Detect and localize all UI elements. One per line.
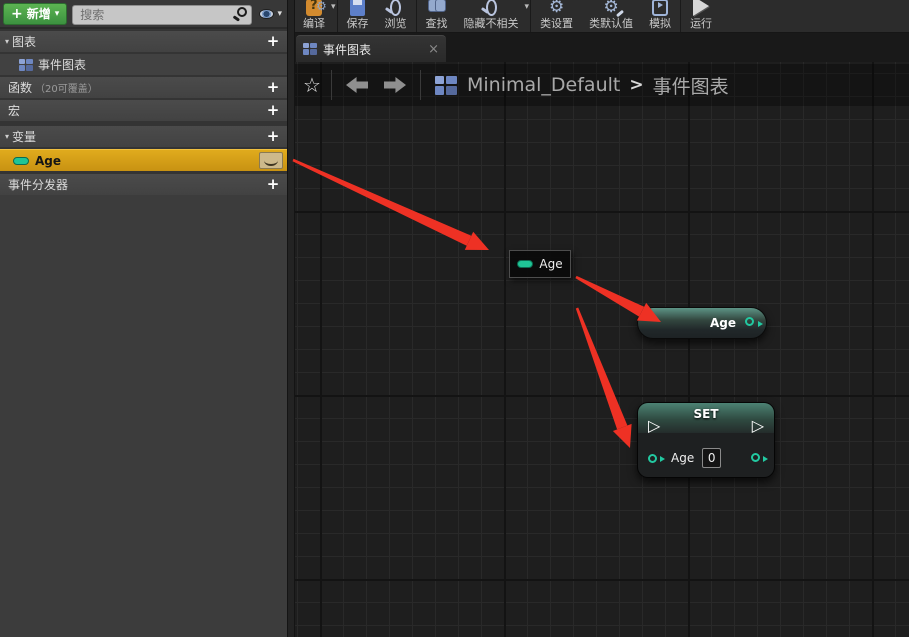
find-button[interactable]: 查找 — [418, 0, 456, 32]
add-graph-button[interactable]: + — [264, 32, 282, 50]
variable-age-label: Age — [35, 154, 61, 168]
breadcrumb-page[interactable]: 事件图表 — [653, 72, 729, 99]
toolbar-separator — [416, 0, 417, 32]
node-set-age[interactable]: SET ▷ ▷ Age 0 — [637, 402, 775, 478]
section-graphs-label: 图表 — [12, 33, 36, 50]
variable-pill-icon — [13, 157, 29, 165]
search-icon — [237, 7, 247, 17]
section-event-dispatchers[interactable]: 事件分发器 + — [0, 174, 287, 195]
main-toolbar: 编译 ▾ 保存 浏览 查找 — [295, 0, 909, 33]
simulate-button[interactable]: 模拟 — [641, 0, 679, 32]
hide-unrelated-icon — [486, 0, 497, 16]
add-new-button[interactable]: + 新增 ▾ — [3, 3, 67, 25]
compile-button[interactable]: 编译 — [295, 0, 333, 32]
visibility-filter-button[interactable]: ▾ — [257, 9, 284, 19]
find-icon — [428, 0, 446, 16]
exec-output-pin[interactable]: ▷ — [752, 418, 764, 434]
set-node-var-label: Age — [671, 451, 694, 465]
header-separator — [420, 70, 421, 100]
search-input[interactable] — [72, 5, 252, 25]
value-input-pin[interactable] — [648, 454, 657, 463]
save-button[interactable]: 保存 — [339, 0, 377, 32]
section-functions-label: 函数 — [8, 79, 32, 96]
section-graphs[interactable]: ▾ 图表 + — [0, 31, 287, 52]
breadcrumb: Minimal_Default > 事件图表 — [467, 72, 729, 99]
output-pin[interactable] — [745, 317, 754, 326]
toolbar-separator — [530, 0, 531, 32]
section-event-dispatchers-label: 事件分发器 — [8, 176, 68, 193]
graph-header-bar: ☆ Minimal_Default > 事件图表 — [295, 64, 909, 106]
functions-override-hint: （20可覆盖） — [35, 80, 98, 95]
section-functions[interactable]: 函数 （20可覆盖） + — [0, 77, 287, 98]
panel-resize-handle[interactable] — [287, 0, 295, 637]
bookmark-star-button[interactable]: ☆ — [299, 73, 325, 97]
nav-forward-button[interactable] — [384, 77, 406, 93]
class-defaults-button[interactable]: ⚙ 类默认值 — [581, 0, 641, 32]
chevron-right-icon: > — [629, 75, 643, 95]
variable-pill-icon — [517, 260, 533, 268]
node-get-age[interactable]: Age — [637, 307, 767, 339]
simulate-icon — [652, 0, 668, 16]
save-icon — [350, 0, 365, 16]
chevron-down-icon: ▾ — [277, 9, 282, 19]
header-separator — [331, 70, 332, 100]
tab-label: 事件图表 — [323, 41, 422, 58]
nav-back-button[interactable] — [346, 77, 368, 93]
search-box — [72, 4, 252, 24]
toolbar-separator — [337, 0, 338, 32]
class-settings-icon: ⚙ — [549, 0, 564, 16]
blueprint-editor: + 新增 ▾ ▾ ▾ 图表 + 事件图表 — [0, 0, 909, 637]
browse-button[interactable]: 浏览 — [377, 0, 415, 32]
blueprint-graph-icon — [435, 76, 457, 95]
play-button[interactable]: 运行 — [682, 0, 720, 32]
compile-icon — [306, 0, 322, 16]
add-event-dispatcher-button[interactable]: + — [264, 175, 282, 193]
drag-chip-label: Age — [539, 257, 562, 271]
collapse-arrow-icon[interactable]: ▾ — [5, 132, 9, 141]
class-defaults-icon: ⚙ — [603, 0, 618, 16]
close-icon[interactable]: × — [428, 42, 439, 57]
section-variables-label: 变量 — [12, 128, 36, 145]
value-input-field[interactable]: 0 — [702, 448, 721, 468]
section-macros[interactable]: 宏 + — [0, 100, 287, 121]
list-item-event-graph[interactable]: 事件图表 — [0, 54, 287, 75]
set-node-value-row: Age 0 — [638, 445, 774, 471]
chevron-down-icon: ▾ — [55, 9, 60, 19]
exec-input-pin[interactable]: ▷ — [648, 418, 660, 434]
add-macro-button[interactable]: + — [264, 101, 282, 119]
section-macros-label: 宏 — [8, 102, 20, 119]
list-item-variable-age[interactable]: Age — [0, 149, 287, 171]
set-node-title: SET — [693, 407, 718, 421]
add-new-label: 新增 — [27, 5, 51, 22]
blueprint-graph-icon — [19, 59, 33, 71]
event-graph-canvas[interactable]: ☆ Minimal_Default > 事件图表 Age Age — [295, 62, 909, 637]
event-graph-label: 事件图表 — [38, 56, 86, 73]
tab-event-graph[interactable]: 事件图表 × — [296, 35, 446, 62]
value-output-pin[interactable] — [751, 453, 760, 462]
my-blueprint-panel: + 新增 ▾ ▾ ▾ 图表 + 事件图表 — [0, 0, 287, 637]
hide-unrelated-button[interactable]: 隐藏不相关 — [456, 0, 527, 32]
document-tabbar: 事件图表 × — [295, 33, 909, 62]
plus-icon: + — [11, 7, 23, 21]
add-function-button[interactable]: + — [264, 78, 282, 96]
play-icon — [693, 0, 709, 16]
eye-icon — [259, 9, 274, 19]
my-blueprint-toolbar: + 新增 ▾ ▾ — [0, 0, 287, 29]
editor-main: 编译 ▾ 保存 浏览 查找 — [295, 0, 909, 637]
section-variables[interactable]: ▾ 变量 + — [0, 126, 287, 147]
add-variable-button[interactable]: + — [264, 127, 282, 145]
browse-icon — [390, 0, 401, 16]
drag-preview-chip[interactable]: Age — [509, 250, 571, 278]
variable-visibility-toggle[interactable] — [259, 152, 283, 169]
blueprint-graph-icon — [303, 43, 317, 55]
toolbar-separator — [680, 0, 681, 32]
my-blueprint-list: ▾ 图表 + 事件图表 函数 （20可覆盖） + 宏 + ▾ 变量 + — [0, 29, 287, 195]
class-settings-button[interactable]: ⚙ 类设置 — [532, 0, 581, 32]
getter-node-label: Age — [710, 316, 736, 330]
collapse-arrow-icon[interactable]: ▾ — [5, 37, 9, 46]
breadcrumb-asset[interactable]: Minimal_Default — [467, 74, 620, 96]
